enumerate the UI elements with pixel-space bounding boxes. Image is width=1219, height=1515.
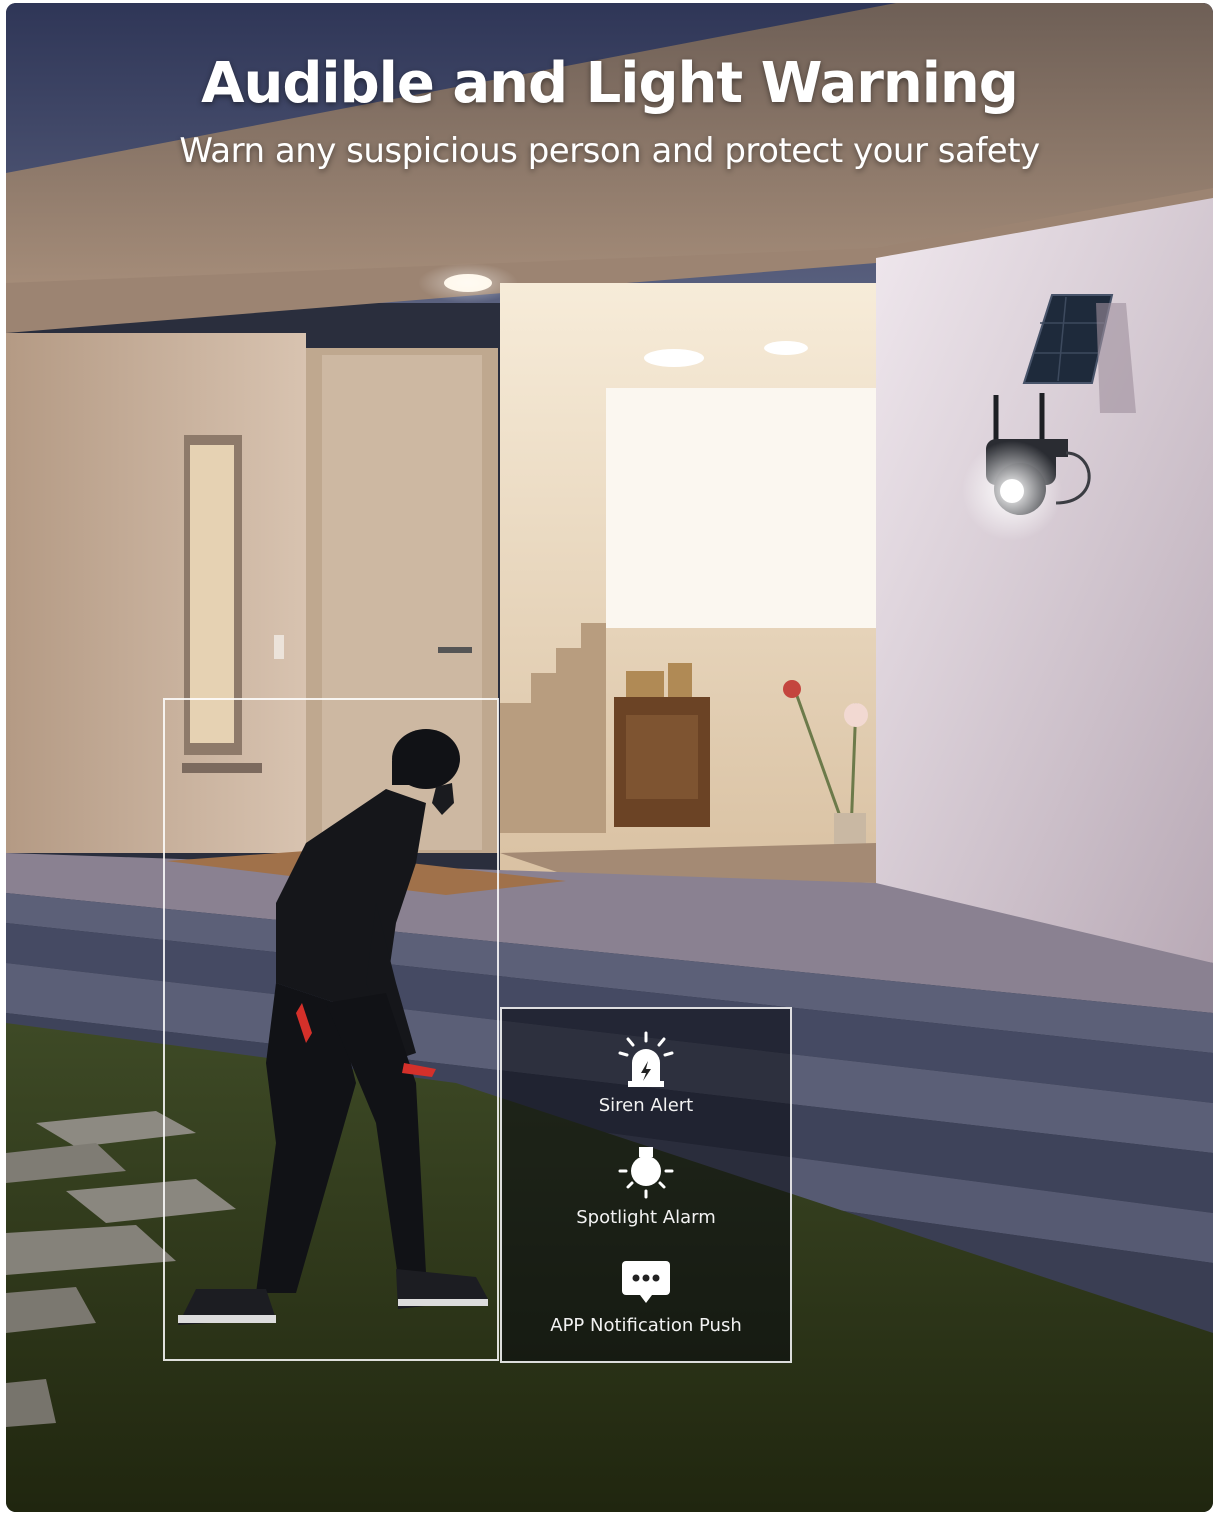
chat-bubble-icon [622, 1261, 670, 1303]
feature-label: Siren Alert [598, 1095, 694, 1116]
feature-label: Spotlight Alarm [576, 1207, 716, 1228]
feature-spotlight-alarm: Spotlight Alarm [502, 1143, 790, 1228]
spotlight-icon [618, 1147, 674, 1199]
person-detection-frame [163, 698, 499, 1361]
alert-features-panel: Siren Alert Spotlight Alarm APP Notifica… [500, 1007, 792, 1363]
product-banner: Audible and Light Warning Warn any suspi… [6, 3, 1213, 1512]
page-title: Audible and Light Warning [201, 51, 1019, 116]
page-subtitle: Warn any suspicious person and protect y… [179, 131, 1040, 171]
siren-icon [618, 1031, 674, 1087]
feature-app-notification-push: APP Notification Push [502, 1257, 790, 1336]
feature-label: APP Notification Push [550, 1315, 742, 1336]
feature-siren-alert: Siren Alert [502, 1031, 790, 1116]
